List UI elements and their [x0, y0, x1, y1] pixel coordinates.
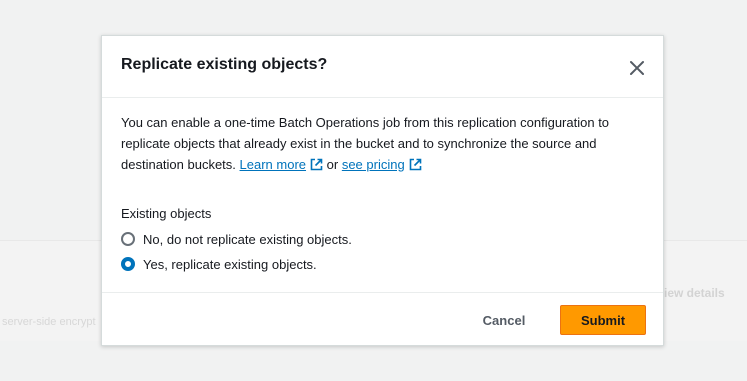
cancel-button[interactable]: Cancel [466, 305, 542, 335]
radio-option-label: No, do not replicate existing objects. [143, 231, 352, 247]
modal-body: You can enable a one-time Batch Operatio… [121, 112, 646, 175]
see-pricing-link[interactable]: see pricing [342, 157, 405, 172]
existing-objects-label: Existing objects [121, 206, 212, 221]
see-pricing-label: see pricing [341, 157, 405, 172]
radio-button-checked[interactable] [121, 257, 135, 271]
or-text: or [326, 157, 339, 172]
modal-footer: Cancel Submit [102, 292, 663, 346]
learn-more-link[interactable]: Learn more [240, 157, 306, 172]
learn-more-label: Learn more [239, 157, 307, 172]
submit-button[interactable]: Submit [560, 305, 646, 335]
modal-header: Replicate existing objects? [102, 36, 663, 98]
close-icon [630, 61, 644, 75]
modal-description: You can enable a one-time Batch Operatio… [121, 112, 646, 175]
external-link-icon [409, 158, 422, 171]
replicate-objects-modal: Replicate existing objects? You can enab… [101, 35, 664, 346]
radio-option-label: Yes, replicate existing objects. [143, 256, 317, 272]
external-link-icon [310, 158, 323, 171]
radio-button-unchecked[interactable] [121, 232, 135, 246]
radio-option-no[interactable]: No, do not replicate existing objects. [121, 230, 352, 248]
modal-title: Replicate existing objects? [121, 56, 328, 73]
close-button[interactable] [625, 56, 649, 80]
radio-option-yes[interactable]: Yes, replicate existing objects. [121, 255, 317, 273]
